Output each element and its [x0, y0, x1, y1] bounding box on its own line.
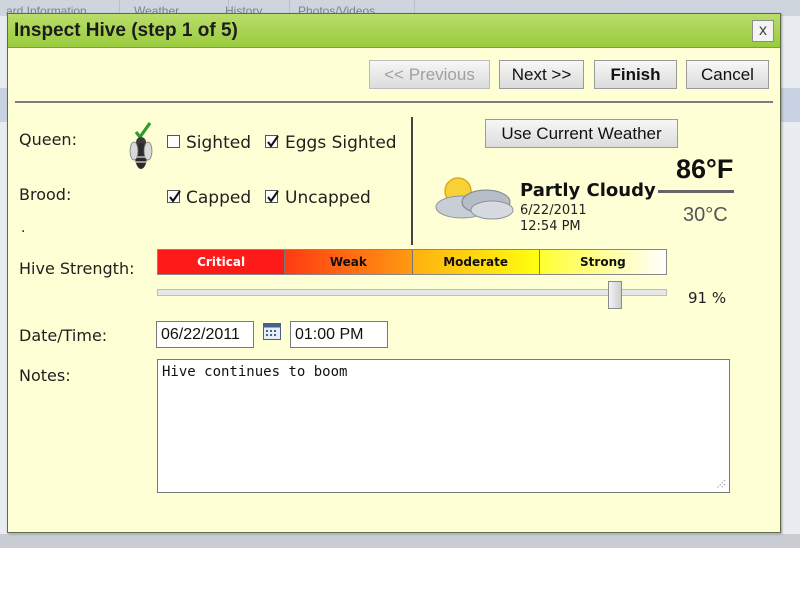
weather-divider [411, 117, 413, 245]
date-time-label: Date/Time: [19, 326, 108, 345]
brood-extra-dot: . [21, 220, 26, 236]
sighted-checkbox[interactable] [167, 135, 180, 148]
hive-strength-label: Hive Strength: [19, 259, 135, 278]
eggs-sighted-checkbox[interactable] [265, 135, 279, 148]
calendar-icon[interactable] [263, 323, 281, 340]
weather-time: 12:54 PM [520, 219, 581, 234]
finish-button[interactable]: Finish [594, 60, 677, 89]
dialog-title: Inspect Hive (step 1 of 5) [14, 20, 238, 41]
check-icon [169, 190, 181, 203]
strength-segment-weak: Weak [285, 250, 413, 274]
time-input[interactable]: 01:00 PM [290, 321, 388, 348]
strength-percent: 91 % [688, 289, 727, 307]
strength-segment-strong: Strong [539, 250, 666, 274]
previous-button[interactable]: << Previous [369, 60, 490, 89]
temperature-divider [658, 190, 734, 193]
notes-label: Notes: [19, 366, 71, 385]
eggs-sighted-label: Eggs Sighted [285, 133, 397, 153]
queen-bee-icon [126, 120, 156, 172]
uncapped-checkbox[interactable] [265, 190, 279, 203]
strength-scale: Critical Weak Moderate Strong [157, 249, 667, 275]
capped-checkbox[interactable] [167, 190, 181, 203]
resize-grip-icon[interactable] [714, 477, 726, 489]
strength-slider-track[interactable] [157, 289, 667, 296]
background-bottom-bar [0, 534, 800, 548]
brood-label: Brood: [19, 185, 72, 204]
check-icon [267, 135, 279, 148]
next-button[interactable]: Next >> [499, 60, 584, 89]
close-button[interactable]: x [752, 20, 774, 42]
partly-cloudy-icon [432, 174, 516, 224]
date-input[interactable]: 06/22/2011 [156, 321, 254, 348]
capped-label: Capped [186, 188, 252, 208]
queen-label: Queen: [19, 130, 77, 149]
strength-slider-thumb[interactable] [608, 281, 623, 309]
temperature-celsius: 30°C [683, 204, 728, 226]
sighted-label: Sighted [186, 133, 251, 153]
strength-segment-critical: Critical [158, 250, 286, 274]
strength-segment-moderate: Moderate [412, 250, 540, 274]
cancel-button[interactable]: Cancel [686, 60, 769, 89]
inspect-hive-dialog: Inspect Hive (step 1 of 5) x << Previous… [7, 13, 781, 533]
weather-condition: Partly Cloudy [520, 180, 656, 201]
notes-text: Hive continues to boom [162, 364, 348, 380]
use-current-weather-button[interactable]: Use Current Weather [485, 119, 678, 148]
toolbar-separator [15, 101, 773, 103]
uncapped-label: Uncapped [285, 188, 371, 208]
notes-textarea[interactable]: Hive continues to boom [157, 359, 730, 493]
check-icon [267, 190, 279, 203]
dialog-titlebar: Inspect Hive (step 1 of 5) x [8, 14, 780, 48]
weather-date: 6/22/2011 [520, 203, 587, 218]
temperature-fahrenheit: 86°F [676, 154, 734, 184]
